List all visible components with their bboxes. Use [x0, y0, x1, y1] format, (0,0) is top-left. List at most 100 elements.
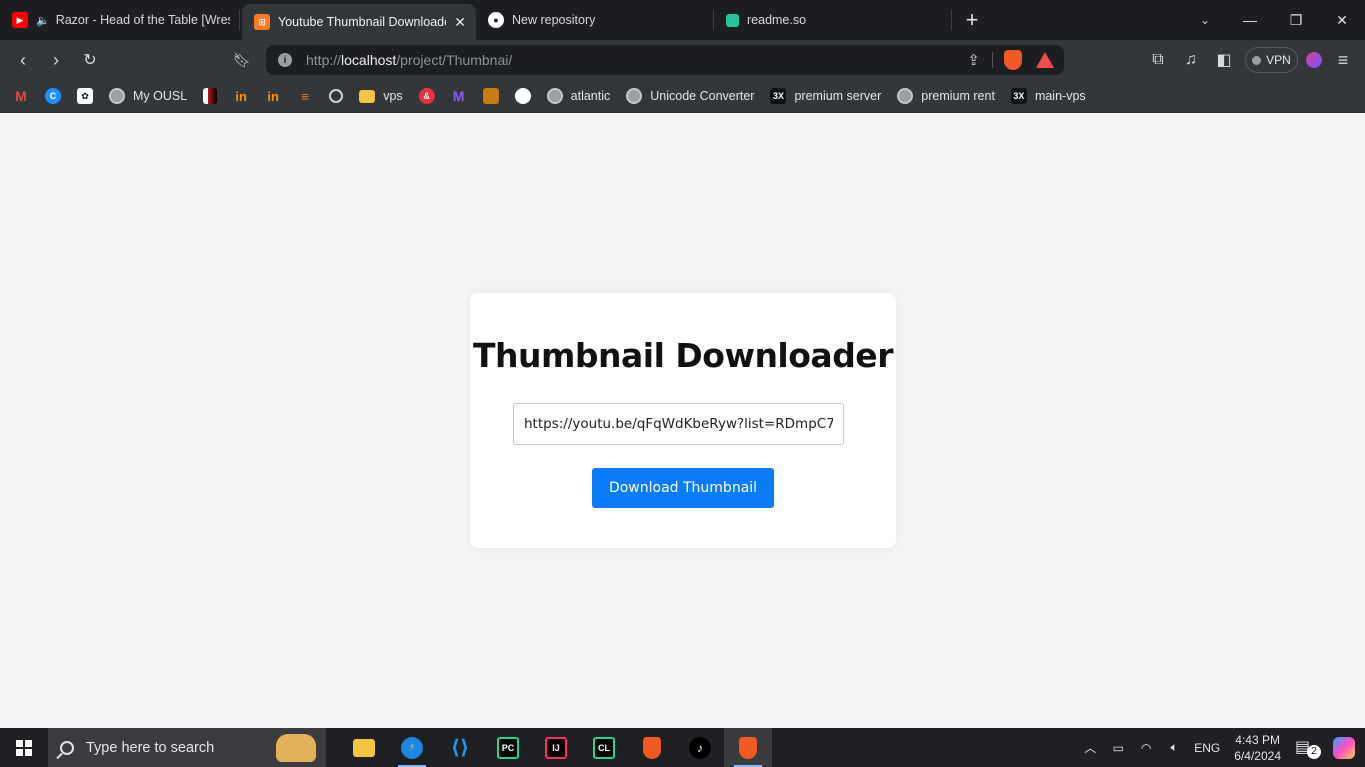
tab-label: readme.so [747, 13, 807, 27]
speedometer-icon [329, 89, 344, 103]
start-button[interactable] [0, 728, 48, 767]
media-icon[interactable]: ♫ [1179, 48, 1203, 72]
vscode-icon: ⟨⟩ [450, 737, 470, 759]
language-indicator[interactable]: ENG [1190, 741, 1224, 755]
invision-icon: in [235, 88, 247, 104]
tab-new-repository[interactable]: ● New repository [476, 0, 714, 40]
brave-shields-icon[interactable] [1004, 50, 1022, 70]
clock[interactable]: 4:43 PM 6/4/2024 [1234, 732, 1281, 764]
globe-icon [897, 88, 914, 104]
bookmark-vps[interactable]: vps [359, 84, 403, 108]
tab-separator [951, 10, 952, 30]
taskbar-intellij[interactable]: IJ [532, 728, 580, 767]
copilot-icon[interactable] [1333, 736, 1355, 759]
taskbar-app[interactable]: ⚡ [388, 728, 436, 767]
bookmark-invision-1[interactable]: in [233, 84, 249, 108]
sidebar-icon[interactable]: ◧ [1212, 48, 1236, 72]
bookmark-sublime[interactable] [482, 84, 499, 108]
sublime-icon [482, 88, 499, 104]
new-tab-button[interactable]: + [952, 0, 992, 40]
bookmark-proton[interactable]: M [451, 84, 467, 108]
site-info-icon[interactable]: i [278, 53, 292, 67]
bookmark-atlantic[interactable]: atlantic [546, 84, 610, 108]
bookmark-main-vps[interactable]: 3X main-vps [1010, 84, 1086, 108]
back-icon[interactable]: ‹ [11, 48, 35, 72]
share-icon[interactable]: ⇪ [967, 51, 980, 69]
tab-label: Razor - Head of the Table [Wrestl [55, 13, 230, 27]
wifi-icon[interactable]: ◠ [1134, 741, 1158, 755]
window-controls: — ❐ ✕ [1227, 0, 1365, 40]
video-url-input[interactable] [513, 403, 844, 445]
bookmarks-bar: M C ✿ My OUSL in in ≡ vps & M atlantic U… [0, 80, 1365, 113]
profile-avatar[interactable] [1306, 52, 1322, 68]
bookmark-icon[interactable]: 🔖︎ [230, 48, 254, 72]
forward-icon[interactable]: › [44, 48, 68, 72]
bookmark-github[interactable] [514, 84, 531, 108]
menu-icon[interactable]: ≡ [1331, 48, 1355, 72]
3x-icon: 3X [1010, 88, 1027, 104]
brave-nightly-icon [739, 736, 757, 759]
bookmark-openai[interactable]: ✿ [77, 84, 93, 108]
vpn-status-icon [1252, 55, 1262, 65]
url-text[interactable]: http://localhost/project/Thumbnai/ [306, 52, 512, 68]
audio-icon[interactable]: 🔈 [36, 14, 50, 27]
battery-icon[interactable]: ▭ [1106, 741, 1130, 755]
xampp-icon: ⊞ [254, 14, 270, 30]
tab-label: New repository [512, 13, 596, 27]
bookmark-flag[interactable] [203, 84, 218, 108]
search-highlight-icon[interactable] [276, 734, 316, 762]
globe-icon [546, 88, 563, 104]
taskbar-search[interactable]: Type here to search [48, 728, 326, 767]
proton-icon: M [452, 88, 465, 104]
tab-search-chevron-icon[interactable]: ⌄ [1195, 0, 1215, 40]
bookmark-canva[interactable]: C [45, 84, 61, 108]
bookmark-stackoverflow[interactable]: ≡ [297, 84, 313, 108]
taskbar-brave-nightly[interactable] [724, 728, 772, 767]
search-icon [60, 740, 74, 755]
bookmark-my-ousl[interactable]: My OUSL [109, 84, 187, 108]
tab-label: Youtube Thumbnail Downloader [278, 15, 447, 29]
clion-icon: CL [593, 736, 615, 759]
brave-rewards-icon[interactable] [1036, 52, 1054, 68]
github-icon [514, 88, 531, 104]
address-bar[interactable]: i http://localhost/project/Thumbnai/ ⇪ [266, 45, 1064, 75]
notifications-button[interactable]: ▤ 2 [1295, 737, 1323, 759]
volume-icon[interactable]: 🔈︎ [1162, 740, 1186, 755]
restore-icon[interactable]: ❐ [1273, 0, 1319, 40]
chevron-up-icon[interactable]: ︿ [1078, 739, 1102, 756]
bookmark-unicode-converter[interactable]: Unicode Converter [626, 84, 754, 108]
taskbar-brave[interactable] [628, 728, 676, 767]
bookmark-gmail[interactable]: M [13, 84, 29, 108]
taskbar-clion[interactable]: CL [580, 728, 628, 767]
close-tab-icon[interactable]: ✕ [454, 14, 466, 31]
tab-thumbnail-downloader[interactable]: ⊞ Youtube Thumbnail Downloader ✕ [242, 4, 476, 40]
invision-icon: in [267, 88, 279, 104]
tab-strip: ▶ 🔈 Razor - Head of the Table [Wrestl ⊞ … [0, 0, 1365, 40]
bookmark-speedtest[interactable] [329, 84, 344, 108]
bookmark-invision-2[interactable]: in [265, 84, 281, 108]
close-window-icon[interactable]: ✕ [1319, 0, 1365, 40]
bookmark-scribd[interactable]: & [418, 84, 435, 108]
taskbar-tiktok[interactable]: ♪ [676, 728, 724, 767]
bookmark-premium-rent[interactable]: premium rent [897, 84, 995, 108]
openai-icon: ✿ [77, 88, 93, 104]
file-explorer-icon [353, 738, 375, 757]
download-thumbnail-button[interactable]: Download Thumbnail [592, 468, 774, 508]
bookmark-premium-server[interactable]: 3X premium server [770, 84, 881, 108]
tab-youtube-razor[interactable]: ▶ 🔈 Razor - Head of the Table [Wrestl [0, 0, 240, 40]
intellij-icon: IJ [545, 736, 567, 759]
pycharm-icon: PC [497, 736, 519, 759]
downloader-card: Thumbnail Downloader Download Thumbnail [470, 293, 896, 548]
vpn-button[interactable]: VPN [1245, 47, 1298, 73]
taskbar-vscode[interactable]: ⟨⟩ [436, 728, 484, 767]
taskbar-file-explorer[interactable] [340, 728, 388, 767]
reload-icon[interactable]: ↻ [78, 48, 102, 72]
address-divider [992, 52, 993, 68]
tab-readme[interactable]: readme.so [714, 0, 952, 40]
minimize-icon[interactable]: — [1227, 0, 1273, 40]
extensions-icon[interactable]: ⧉ [1146, 48, 1170, 72]
page-content: Thumbnail Downloader Download Thumbnail [0, 113, 1365, 728]
notification-count: 2 [1307, 744, 1321, 759]
tab-separator [239, 10, 240, 30]
taskbar-pycharm[interactable]: PC [484, 728, 532, 767]
